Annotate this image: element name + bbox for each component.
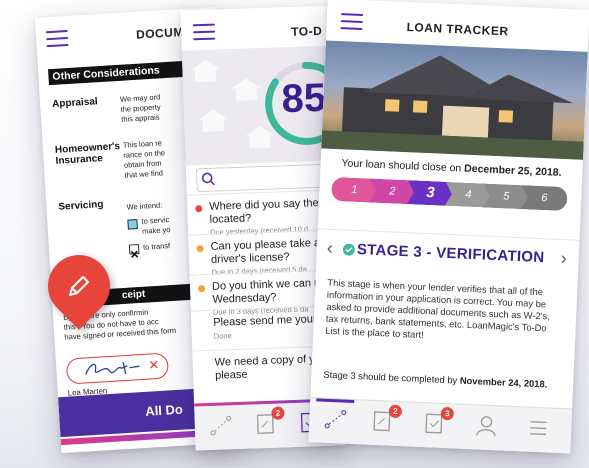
page-title: LOAN TRACKER (406, 19, 509, 39)
stage-step-1[interactable]: 1 (331, 177, 378, 203)
todo-item-text: located? (209, 212, 252, 226)
insurance-label: Homeowner's Insurance (54, 140, 121, 167)
page-title: TO-D (290, 23, 323, 39)
chevron-left-icon[interactable]: ‹ (326, 238, 334, 259)
servicing-checkbox-2[interactable] (128, 243, 140, 258)
search-input[interactable] (195, 163, 338, 193)
tab-documents[interactable]: 2 (371, 404, 403, 434)
stage-stepper: 123456 (331, 177, 570, 211)
servicing-label: Servicing (58, 199, 104, 213)
tab-tracker[interactable] (208, 413, 233, 438)
todo-item[interactable]: Where did you say the h located? Due yeste… (186, 189, 339, 237)
menu-icon[interactable] (45, 29, 69, 48)
user-icon (476, 416, 496, 437)
pencil-icon (69, 276, 89, 296)
house-icon (190, 59, 221, 82)
todo-item-text: Where did you say the h (209, 196, 328, 213)
tab-profile[interactable] (475, 413, 500, 438)
tab-documents[interactable]: 2 (254, 406, 285, 437)
chevron-right-icon[interactable]: › (560, 248, 567, 269)
tab-tracker[interactable] (323, 407, 348, 432)
stage-step-3[interactable]: 3 (407, 180, 454, 206)
signature-field[interactable]: ✕ (65, 352, 170, 385)
stage-step-6[interactable]: 6 (521, 185, 568, 211)
stage-header: ‹ STAGE 3 - VERIFICATION › (315, 228, 580, 281)
todo-item-due: Done (213, 331, 232, 341)
tab-more[interactable] (527, 416, 552, 441)
todo-item-text: Wednesday? (212, 291, 277, 306)
clear-signature-icon[interactable]: ✕ (148, 357, 160, 374)
tab-todo[interactable]: 3 (423, 406, 455, 436)
check-circle-icon (342, 243, 355, 256)
servicing-checkbox-1[interactable] (127, 219, 138, 230)
stage-description: This stage is when your lender verifies … (325, 276, 551, 340)
todo-item-text: please (214, 368, 248, 382)
todo-item-text: driver's license? (210, 251, 290, 266)
house-icon (231, 78, 262, 101)
appraisal-label: Appraisal (51, 96, 99, 110)
stage-step-2[interactable]: 2 (369, 179, 416, 205)
signature-icon (85, 362, 140, 375)
stage-title: STAGE 3 - VERIFICATION (356, 241, 545, 267)
active-tab-indicator (316, 398, 355, 404)
stage-completion-text: Stage 3 should be completed by November … (323, 368, 548, 390)
search-icon (201, 172, 216, 186)
tab-bar: 2 3 (308, 397, 573, 454)
tracker-icon (210, 415, 232, 436)
menu-icon[interactable] (192, 23, 216, 41)
status-dot (197, 285, 206, 293)
status-dot (195, 205, 203, 213)
page-title: DOCUM (135, 24, 185, 42)
house-icon (198, 109, 229, 132)
loan-tracker-screen: LOAN TRACKER Your loan should close on D… (308, 0, 589, 454)
stage-step-4[interactable]: 4 (445, 182, 492, 208)
tracker-icon (324, 410, 347, 429)
list-icon (529, 421, 547, 436)
close-date-text: Your loan should close on December 25, 2… (341, 157, 562, 179)
status-dot (196, 245, 204, 253)
stage-step-5[interactable]: 5 (483, 183, 530, 209)
check-x-icon (130, 250, 139, 258)
house-photo (321, 40, 588, 160)
progress-percent: 85 (280, 75, 327, 122)
